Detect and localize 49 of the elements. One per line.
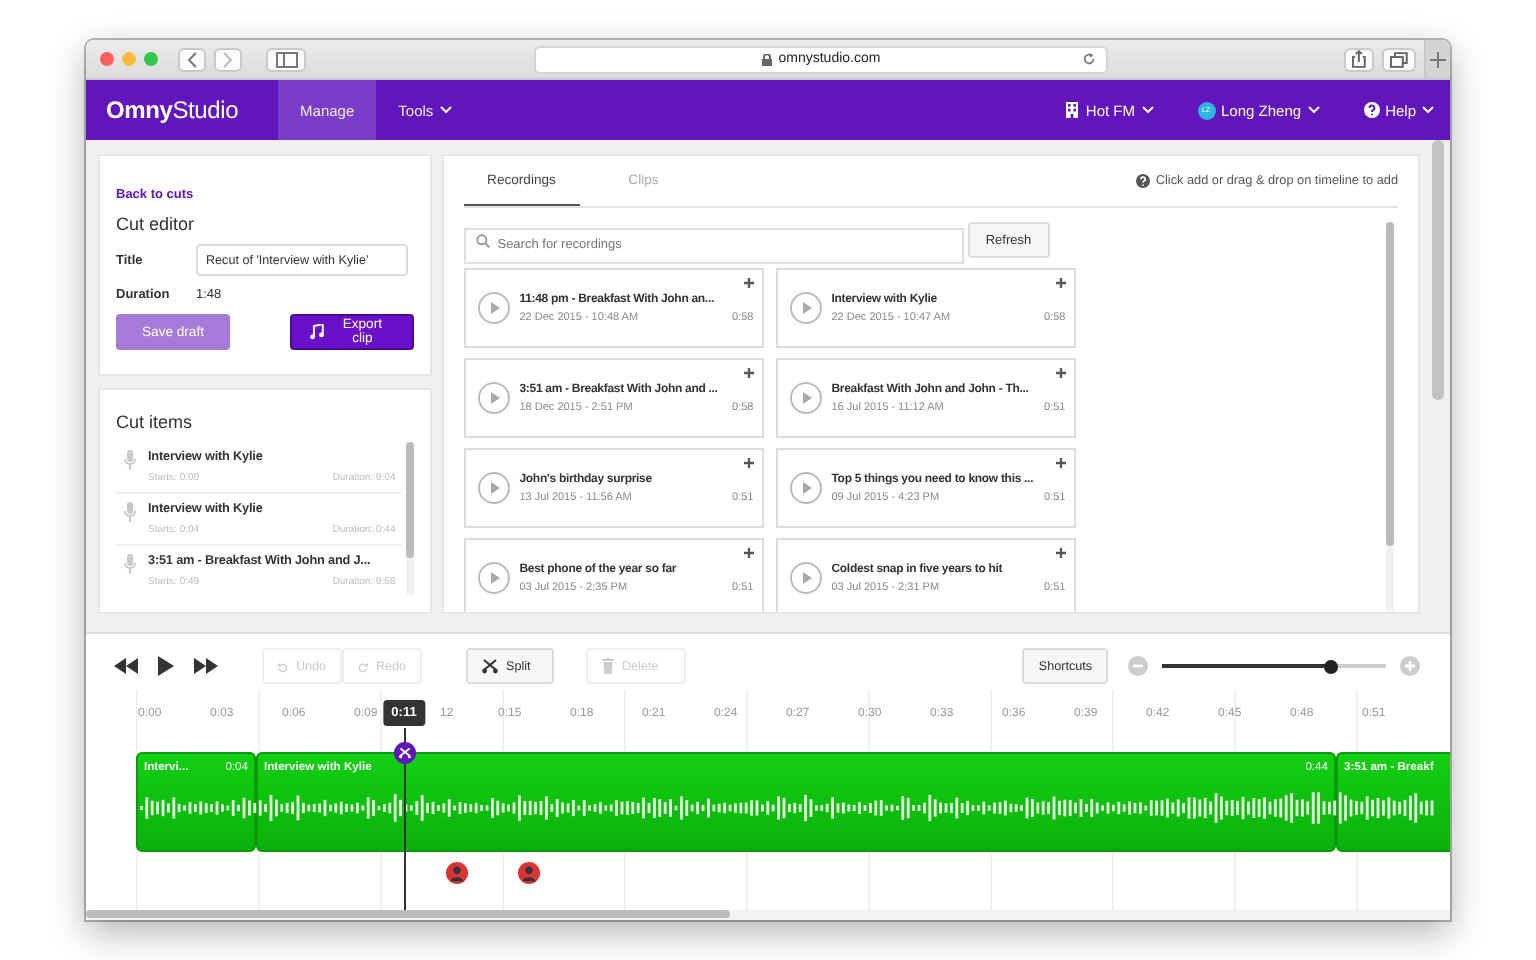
add-icon[interactable]: [1055, 458, 1066, 468]
microphone-icon: [124, 502, 136, 522]
scrollbar[interactable]: [1386, 222, 1394, 612]
back-button[interactable]: [178, 47, 206, 71]
card-heading: Cut items: [116, 412, 195, 432]
microphone-icon: [124, 554, 136, 574]
sidebar-icon: [275, 51, 297, 67]
redo-icon: [358, 659, 368, 673]
chevron-left-icon: [186, 51, 198, 67]
tabs-button[interactable]: [1382, 47, 1417, 71]
lock-icon: [762, 53, 773, 65]
tabs-icon: [1390, 51, 1409, 67]
music-note-icon: [309, 324, 324, 340]
person-avatar-icon[interactable]: [446, 862, 468, 884]
new-tab-button[interactable]: [1424, 40, 1450, 78]
share-icon: [1352, 50, 1367, 68]
undo-icon: [278, 659, 288, 673]
microphone-icon: [124, 450, 136, 470]
scrollbar[interactable]: [405, 442, 414, 596]
building-icon: [1063, 102, 1080, 118]
app-logo[interactable]: OmnyStudio: [86, 96, 279, 124]
add-icon[interactable]: [743, 368, 754, 378]
card-heading: Cut editor: [116, 214, 197, 234]
close-window-button[interactable]: [100, 52, 114, 66]
add-icon[interactable]: [1055, 548, 1066, 558]
caret-icon: [1422, 106, 1434, 114]
caret-icon: [1307, 106, 1320, 114]
plus-icon: [1430, 51, 1447, 67]
rewind-icon[interactable]: [114, 658, 138, 674]
add-icon[interactable]: [743, 278, 754, 288]
fast-forward-icon[interactable]: [194, 658, 218, 674]
play-icon[interactable]: [158, 656, 174, 676]
sidebar-button[interactable]: [266, 47, 306, 71]
add-icon[interactable]: [1055, 368, 1066, 378]
trash-icon: [602, 658, 614, 674]
add-icon[interactable]: [743, 548, 754, 558]
add-icon[interactable]: [1055, 278, 1066, 288]
share-button[interactable]: [1344, 47, 1375, 71]
caret-icon: [1141, 106, 1154, 114]
add-icon[interactable]: [743, 458, 754, 468]
help-icon: [1135, 174, 1150, 188]
horizontal-scrollbar[interactable]: [86, 910, 1450, 920]
person-avatar-icon[interactable]: [518, 862, 540, 884]
help-icon: [1363, 102, 1380, 118]
chevron-right-icon: [222, 51, 234, 67]
search-icon: [475, 234, 490, 248]
reload-icon: [1082, 51, 1097, 65]
scissors-icon: [482, 658, 498, 674]
scissors-icon[interactable]: [393, 742, 415, 764]
